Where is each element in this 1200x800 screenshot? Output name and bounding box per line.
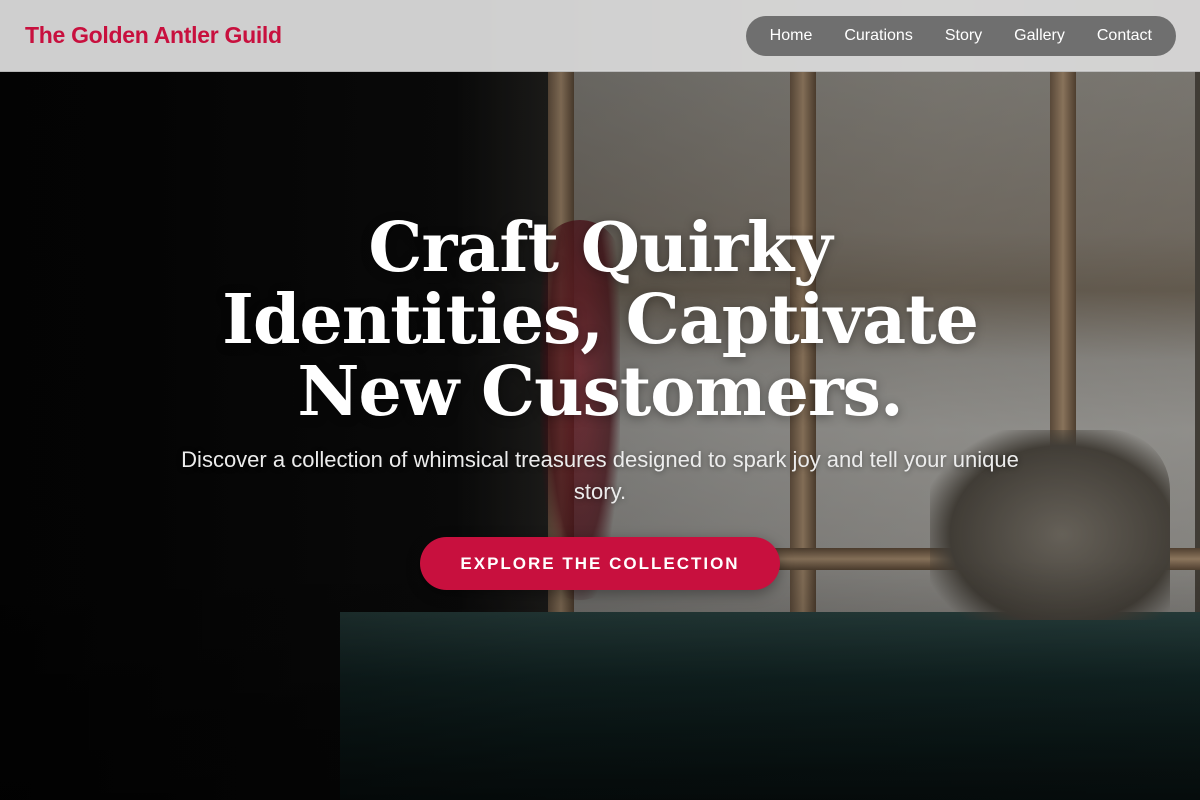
hero-content: Craft Quirky Identities, Captivate New C… (0, 212, 1200, 590)
nav-home[interactable]: Home (754, 16, 829, 56)
nav-curations[interactable]: Curations (828, 16, 928, 56)
nav-contact[interactable]: Contact (1081, 16, 1168, 56)
nav-gallery[interactable]: Gallery (998, 16, 1081, 56)
site-header: The Golden Antler Guild Home Curations S… (0, 0, 1200, 72)
nav-story[interactable]: Story (929, 16, 998, 56)
explore-collection-button[interactable]: EXPLORE THE COLLECTION (420, 537, 780, 590)
main-nav: Home Curations Story Gallery Contact (745, 15, 1176, 56)
hero-headline: Craft Quirky Identities, Captivate New C… (222, 208, 979, 432)
hero-subtext: Discover a collection of whimsical treas… (181, 447, 1019, 504)
brand-logo[interactable]: The Golden Antler Guild (25, 22, 282, 49)
